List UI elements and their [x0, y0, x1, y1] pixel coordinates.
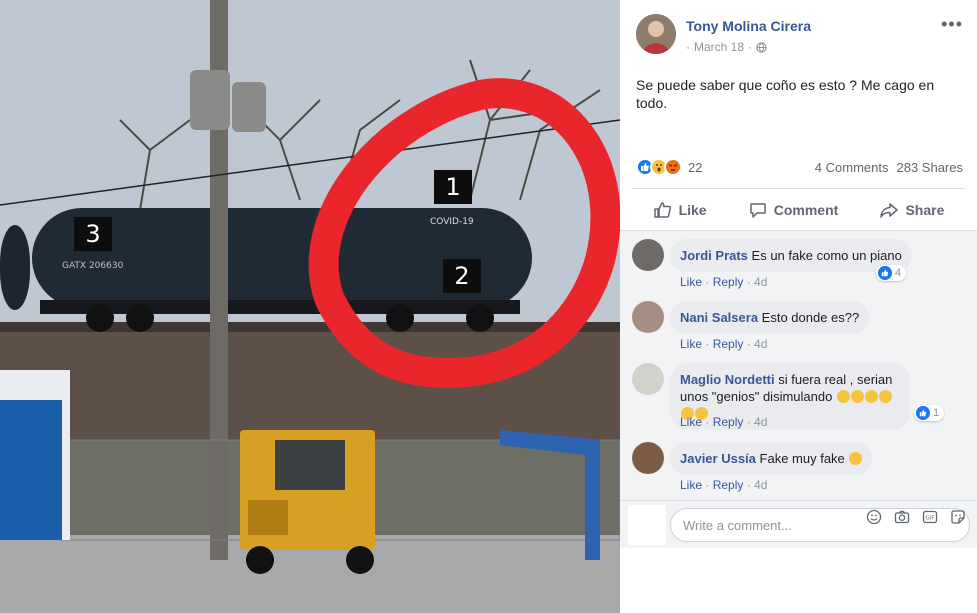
camera-icon[interactable] — [893, 508, 911, 526]
comment-actions: Like · Reply · 4d — [680, 337, 768, 351]
comment-like-badge[interactable]: 4 — [876, 265, 907, 281]
engagement-counts: 4 Comments 283 Shares — [815, 160, 963, 175]
comment-reply-link[interactable]: Reply — [713, 415, 744, 429]
person-silhouette-icon — [636, 14, 676, 54]
commenter-avatar[interactable] — [632, 363, 664, 395]
annotation-marker-2: 2 — [443, 259, 481, 293]
commenter-name[interactable]: Javier Ussía — [680, 451, 756, 466]
shares-count[interactable]: 283 Shares — [897, 160, 964, 175]
comments-count[interactable]: 4 Comments — [815, 160, 889, 175]
car-label-covid: COVID-19 — [430, 217, 474, 227]
comment-text: Es un fake como un piano — [751, 248, 902, 263]
meta-separator: · — [748, 40, 753, 54]
gif-icon[interactable]: GIF — [921, 508, 939, 526]
sticker-icon[interactable] — [949, 508, 967, 526]
author-name[interactable]: Tony Molina Cirera — [686, 18, 811, 34]
comment-actions: Like · Reply · 4d — [680, 275, 768, 289]
laughing-emoji-icon — [849, 452, 863, 465]
author-avatar[interactable] — [636, 14, 676, 54]
comment-text: Esto donde es?? — [761, 310, 860, 325]
globe-icon — [756, 41, 767, 53]
comment-like-count: 4 — [895, 267, 902, 279]
comment-bubble: Jordi Prats Es un fake como un piano — [670, 239, 912, 272]
thumbs-up-icon — [653, 201, 671, 218]
share-label: Share — [905, 201, 945, 218]
share-button[interactable]: Share — [879, 200, 944, 220]
comment-reply-link[interactable]: Reply — [713, 337, 744, 351]
post-panel: Tony Molina Cirera · March 18 · ••• Se p… — [620, 0, 977, 613]
comment-text: Fake muy fake — [759, 451, 845, 466]
comment-bubble: Nani Salsera Esto donde es?? — [670, 301, 870, 334]
comments-section: Jordi Prats Es un fake como un piano 4 L… — [620, 230, 977, 500]
comment-time: 4d — [754, 337, 768, 351]
post-text: Se puede saber que coño es esto ? Me cag… — [636, 77, 935, 111]
comment-reply-link[interactable]: Reply — [713, 275, 744, 289]
angry-reaction-icon — [664, 158, 682, 176]
commenter-name[interactable]: Jordi Prats — [680, 248, 748, 263]
comment-time: 4d — [754, 478, 768, 492]
comment-time: 4d — [754, 415, 768, 429]
share-arrow-icon — [880, 202, 899, 218]
comment-label: Comment — [773, 201, 839, 218]
reaction-count: 22 — [688, 159, 703, 175]
comment-bubble-icon — [750, 202, 766, 218]
comment-like-link[interactable]: Like — [680, 337, 702, 351]
comment-like-count: 1 — [933, 407, 940, 419]
annotation-marker-3: 3 — [74, 217, 112, 251]
comment-like-badge[interactable]: 1 — [914, 405, 945, 421]
commenter-name[interactable]: Nani Salsera — [680, 310, 758, 325]
comment-composer: Write a comment... GIF — [620, 500, 977, 548]
ellipsis-icon[interactable]: ••• — [941, 14, 963, 35]
train-photo-illustration: COVID-19 GATX 206630 — [0, 0, 620, 613]
comment-time: 4d — [754, 275, 768, 289]
comment-like-link[interactable]: Like — [680, 275, 702, 289]
annotation-marker-1: 1 — [434, 170, 472, 204]
like-button[interactable]: Like — [653, 200, 707, 220]
current-user-avatar — [628, 505, 666, 545]
comment-like-link[interactable]: Like — [680, 478, 702, 492]
comment-input-placeholder: Write a comment... — [683, 518, 792, 533]
commenter-avatar[interactable] — [632, 301, 664, 333]
panel-footer-space — [620, 548, 977, 613]
post-meta: · March 18 · — [686, 40, 767, 54]
comment-bubble: Javier Ussía Fake muy fake — [670, 442, 873, 475]
comment-actions: Like · Reply · 4d — [680, 415, 768, 429]
commenter-avatar[interactable] — [632, 239, 664, 271]
comment-button[interactable]: Comment — [748, 200, 839, 220]
svg-text:GIF: GIF — [925, 516, 934, 522]
post-photo[interactable]: COVID-19 GATX 206630 1 2 3 — [0, 0, 620, 613]
like-label: Like — [678, 201, 707, 218]
commenter-name[interactable]: Maglio Nordetti — [680, 372, 775, 387]
meta-separator: · — [686, 40, 690, 54]
comment-reply-link[interactable]: Reply — [713, 478, 744, 492]
car-label-gatx: GATX 206630 — [62, 261, 124, 271]
commenter-avatar[interactable] — [632, 442, 664, 474]
comment-actions: Like · Reply · 4d — [680, 478, 768, 492]
like-reaction-icon — [916, 406, 930, 420]
comment-like-link[interactable]: Like — [680, 415, 702, 429]
reaction-summary[interactable]: 22 — [636, 158, 702, 176]
emoji-icon[interactable] — [865, 508, 883, 526]
composer-tools: GIF — [865, 508, 967, 526]
like-reaction-icon — [878, 266, 892, 280]
post-date[interactable]: March 18 — [694, 40, 744, 54]
action-bar: Like Comment Share — [632, 188, 965, 230]
